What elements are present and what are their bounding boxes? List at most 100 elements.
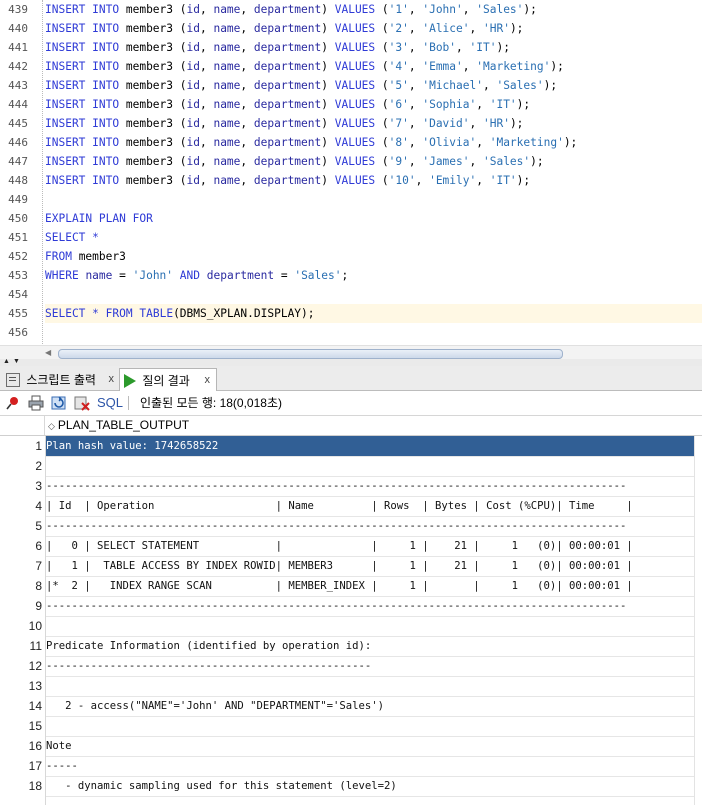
code-line[interactable]: INSERT INTO member3 (id, name, departmen… (45, 133, 702, 152)
plan-output-cell[interactable]: ----------------------------------------… (46, 516, 694, 537)
code-line[interactable]: EXPLAIN PLAN FOR (45, 209, 702, 228)
table-row[interactable]: 4 | Id | Operation | Name | Rows | Bytes … (0, 496, 702, 517)
row-number[interactable]: 13 (0, 676, 42, 696)
row-number[interactable]: 3 (0, 476, 42, 496)
row-number[interactable]: 11 (0, 636, 42, 656)
plan-output-cell[interactable] (46, 456, 694, 477)
code-line[interactable]: SELECT * (45, 228, 702, 247)
table-row[interactable]: 12 --------------------------------------… (0, 656, 702, 677)
scrollbar-thumb[interactable] (58, 349, 563, 359)
plan-output-cell[interactable] (46, 716, 694, 737)
row-number[interactable]: 17 (0, 756, 42, 776)
line-number: 451 (8, 231, 28, 244)
code-line[interactable]: INSERT INTO member3 (id, name, departmen… (45, 114, 702, 133)
table-row[interactable]: 7 | 1 | TABLE ACCESS BY INDEX ROWID| MEMB… (0, 556, 702, 577)
sort-icon[interactable]: ◇ (48, 417, 55, 436)
table-row[interactable]: 3 ---------------------------------------… (0, 476, 702, 497)
row-number[interactable]: 14 (0, 696, 42, 716)
sql-button[interactable]: SQL (97, 394, 123, 412)
table-row[interactable]: 5 ---------------------------------------… (0, 516, 702, 537)
table-row[interactable]: 1 Plan hash value: 1742658522 (0, 436, 702, 457)
line-number: 447 (8, 155, 28, 168)
table-row[interactable]: 11 Predicate Information (identified by o… (0, 636, 702, 657)
plan-output-cell[interactable]: Plan hash value: 1742658522 (46, 436, 694, 457)
line-number: 453 (8, 269, 28, 282)
scroll-left-icon[interactable]: ◀ (45, 348, 55, 358)
code-line[interactable] (45, 190, 702, 209)
row-number[interactable]: 10 (0, 616, 42, 636)
row-number[interactable]: 1 (0, 436, 42, 456)
horizontal-scrollbar[interactable]: ◀ (0, 345, 702, 360)
plan-output-cell[interactable]: - dynamic sampling used for this stateme… (46, 776, 694, 797)
row-number[interactable]: 7 (0, 556, 42, 576)
plan-output-cell[interactable]: ----------------------------------------… (46, 596, 694, 617)
plan-output-cell[interactable]: Predicate Information (identified by ope… (46, 636, 694, 657)
table-row[interactable]: 6 | 0 | SELECT STATEMENT | | 1 | 21 | 1 (… (0, 536, 702, 557)
code-line[interactable]: INSERT INTO member3 (id, name, departmen… (45, 76, 702, 95)
script-icon (6, 372, 20, 387)
line-number: 455 (8, 307, 28, 320)
table-row[interactable]: 8 |* 2 | INDEX RANGE SCAN | MEMBER_INDEX … (0, 576, 702, 597)
table-row[interactable]: 13 (0, 676, 702, 697)
code-line[interactable]: INSERT INTO member3 (id, name, departmen… (45, 0, 702, 19)
code-line[interactable]: INSERT INTO member3 (id, name, departmen… (45, 95, 702, 114)
code-line[interactable]: INSERT INTO member3 (id, name, departmen… (45, 171, 702, 190)
code-line[interactable]: SELECT * FROM TABLE(DBMS_XPLAN.DISPLAY); (45, 304, 702, 323)
code-line[interactable]: FROM member3 (45, 247, 702, 266)
cancel-icon[interactable] (74, 395, 90, 411)
tab-script-output[interactable]: 스크립트 출력 x (2, 368, 120, 390)
sql-editor[interactable]: 439 440 441 442 443 444 445 446 447 448 449 450 451 4… (0, 0, 702, 346)
pin-icon[interactable] (5, 395, 21, 411)
line-number: 450 (8, 212, 28, 225)
table-row[interactable]: 9 ---------------------------------------… (0, 596, 702, 617)
result-grid[interactable]: ◇ PLAN_TABLE_OUTPUT 1 Plan hash value: 174… (0, 416, 702, 805)
table-row[interactable]: 15 (0, 716, 702, 737)
row-number[interactable]: 2 (0, 456, 42, 476)
plan-output-cell[interactable]: | Id | Operation | Name | Rows | Bytes |… (46, 496, 694, 517)
table-row[interactable]: 17 ----- (0, 756, 702, 777)
code-line[interactable]: WHERE name = 'John' AND department = 'Sa… (45, 266, 702, 285)
plan-output-cell[interactable]: ----------------------------------------… (46, 656, 694, 677)
plan-output-cell[interactable]: ----------------------------------------… (46, 476, 694, 497)
table-row[interactable]: 10 (0, 616, 702, 637)
tab-query-result[interactable]: 질의 결과 x (119, 368, 217, 391)
close-icon[interactable]: x (109, 368, 115, 390)
code-line[interactable]: INSERT INTO member3 (id, name, departmen… (45, 19, 702, 38)
row-number[interactable]: 9 (0, 596, 42, 616)
plan-output-cell[interactable]: 2 - access("NAME"='John' AND "DEPARTMENT… (46, 696, 694, 717)
row-number[interactable]: 6 (0, 536, 42, 556)
collapse-up-icon[interactable]: ▲ (3, 358, 10, 365)
table-row[interactable]: 14 2 - access("NAME"='John' AND "DEPARTM… (0, 696, 702, 717)
plan-output-cell[interactable] (46, 676, 694, 697)
table-row[interactable]: 2 (0, 456, 702, 477)
row-number[interactable]: 12 (0, 656, 42, 676)
plan-output-cell[interactable]: Note (46, 736, 694, 757)
fetch-status-text: 인출된 모든 행: 18(0,018초) (140, 396, 282, 410)
code-line[interactable] (45, 323, 702, 342)
plan-output-cell[interactable]: |* 2 | INDEX RANGE SCAN | MEMBER_INDEX |… (46, 576, 694, 597)
row-number[interactable]: 5 (0, 516, 42, 536)
refresh-icon[interactable] (51, 395, 67, 411)
code-line[interactable]: INSERT INTO member3 (id, name, departmen… (45, 152, 702, 171)
plan-output-cell[interactable]: | 1 | TABLE ACCESS BY INDEX ROWID| MEMBE… (46, 556, 694, 577)
code-line[interactable] (45, 285, 702, 304)
close-icon[interactable]: x (205, 369, 211, 391)
row-number[interactable]: 18 (0, 776, 42, 796)
row-number[interactable]: 4 (0, 496, 42, 516)
column-header-plan-table-output[interactable]: ◇ PLAN_TABLE_OUTPUT (46, 416, 694, 435)
line-number: 448 (8, 174, 28, 187)
result-toolbar: SQL 인출된 모든 행: 18(0,018초) (0, 391, 702, 416)
code-line[interactable]: INSERT INTO member3 (id, name, departmen… (45, 38, 702, 57)
table-row[interactable]: 18 - dynamic sampling used for this stat… (0, 776, 702, 797)
row-number[interactable]: 15 (0, 716, 42, 736)
collapse-down-icon[interactable]: ▼ (13, 358, 20, 365)
row-header-corner[interactable] (0, 416, 45, 435)
plan-output-cell[interactable]: | 0 | SELECT STATEMENT | | 1 | 21 | 1 (0… (46, 536, 694, 557)
plan-output-cell[interactable] (46, 616, 694, 637)
plan-output-cell[interactable]: ----- (46, 756, 694, 777)
row-number[interactable]: 8 (0, 576, 42, 596)
table-row[interactable]: 16 Note (0, 736, 702, 757)
row-number[interactable]: 16 (0, 736, 42, 756)
print-icon[interactable] (28, 395, 44, 411)
code-line[interactable]: INSERT INTO member3 (id, name, departmen… (45, 57, 702, 76)
